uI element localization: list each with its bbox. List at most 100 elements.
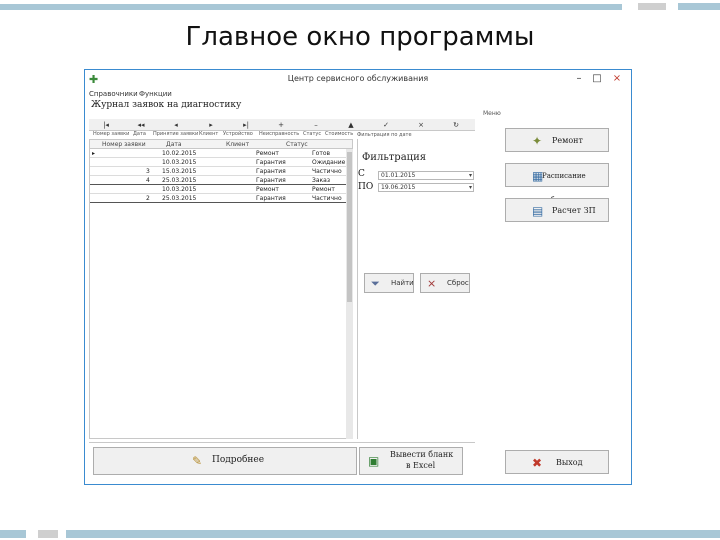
cell-date: 15.03.2015 bbox=[162, 168, 197, 175]
calendar-dropdown-icon[interactable]: ▾ bbox=[469, 172, 472, 179]
schedule-button[interactable]: ▦ Расписание работ bbox=[505, 163, 609, 204]
window-titlebar[interactable]: ✚ Центр сервисного обслуживания – □ × bbox=[85, 70, 631, 90]
details-label: Подробнее bbox=[212, 455, 265, 465]
grid-header: Номер заявки Дата Клиент Статус bbox=[90, 140, 352, 149]
date-from-value: 01.01.2015 bbox=[381, 172, 416, 179]
next-record-button[interactable]: ▸ bbox=[196, 120, 226, 130]
table-row[interactable]: 4 25.03.2015 Гарантия Заказ bbox=[90, 177, 352, 185]
post-record-button[interactable]: ✓ bbox=[371, 120, 401, 130]
bottom-action-bar: ✎ Подробнее ▣ Вывести бланк в Excel bbox=[89, 442, 475, 478]
prev-record-button[interactable]: ◂ bbox=[161, 120, 191, 130]
column-tab[interactable]: Стоимость bbox=[325, 131, 353, 137]
cell-status: Заказ bbox=[312, 177, 331, 184]
top-decor-square bbox=[638, 3, 666, 10]
header-number[interactable]: Номер заявки bbox=[102, 141, 146, 148]
slide-title: Главное окно программы bbox=[185, 22, 535, 52]
cell-date: 10.02.2015 bbox=[162, 150, 197, 157]
grid-scrollbar[interactable] bbox=[346, 149, 353, 439]
menu-functions[interactable]: Функции bbox=[139, 90, 172, 98]
exit-icon: ✖ bbox=[532, 456, 543, 470]
cell-client: Гарантия bbox=[256, 168, 286, 175]
details-button[interactable]: ✎ Подробнее bbox=[93, 447, 357, 475]
header-date[interactable]: Дата bbox=[166, 141, 182, 148]
menubar: Справочники Функции bbox=[85, 90, 631, 100]
edit-record-button[interactable]: ▲ bbox=[336, 120, 366, 130]
date-from-picker[interactable]: 01.01.2015 ▾ bbox=[378, 171, 474, 180]
cell-date: 10.03.2015 bbox=[162, 159, 197, 166]
cell-number: 3 bbox=[146, 168, 150, 175]
top-decor-square bbox=[678, 3, 720, 10]
header-client[interactable]: Клиент bbox=[226, 141, 249, 148]
table-row[interactable]: 3 15.03.2015 Гарантия Частично bbox=[90, 168, 352, 176]
clear-filter-icon: ⨯ bbox=[427, 277, 437, 290]
edit-note-icon: ✎ bbox=[192, 454, 203, 468]
filter-icon: ⏷ bbox=[371, 277, 380, 290]
cell-status: Частично bbox=[312, 195, 342, 202]
last-record-button[interactable]: ▸| bbox=[231, 120, 261, 130]
top-decor-bar bbox=[0, 4, 622, 10]
cell-status: Ожидание bbox=[312, 159, 346, 166]
bottom-decor-bar bbox=[66, 530, 720, 538]
report-icon: ▤ bbox=[532, 204, 544, 218]
reset-filter-label: Сброс bbox=[447, 279, 469, 287]
date-to-picker[interactable]: 19.06.2015 ▾ bbox=[378, 183, 474, 192]
repair-icon: ✦ bbox=[532, 134, 543, 148]
exit-button[interactable]: ✖ Выход bbox=[505, 450, 609, 474]
menu-directories[interactable]: Справочники bbox=[89, 90, 138, 98]
column-tab[interactable]: Принятие заявки bbox=[153, 131, 198, 137]
scrollbar-thumb[interactable] bbox=[347, 152, 352, 302]
column-tab[interactable]: Номер заявки bbox=[93, 131, 129, 137]
add-record-button[interactable]: + bbox=[266, 120, 296, 130]
close-button[interactable]: × bbox=[609, 72, 625, 86]
cell-status: Готов bbox=[312, 150, 331, 157]
bottom-decor-square bbox=[0, 530, 26, 538]
delete-record-button[interactable]: – bbox=[301, 120, 331, 130]
repair-button[interactable]: ✦ Ремонт bbox=[505, 128, 609, 152]
apply-filter-button[interactable]: ⏷ Найти bbox=[364, 273, 414, 293]
date-from-label: С bbox=[358, 169, 365, 179]
cell-client: Гарантия bbox=[256, 159, 286, 166]
calendar-dropdown-icon[interactable]: ▾ bbox=[469, 184, 472, 191]
table-row[interactable]: ▸ 10.02.2015 Ремонт Готов bbox=[90, 150, 352, 158]
date-to-label: ПО bbox=[358, 182, 374, 192]
cell-date: 25.03.2015 bbox=[162, 195, 197, 202]
cell-number: 4 bbox=[146, 177, 150, 184]
column-tab[interactable]: Устройство bbox=[223, 131, 253, 137]
minimize-button[interactable]: – bbox=[571, 72, 587, 86]
export-label-line2: в Excel bbox=[406, 461, 436, 470]
maximize-button[interactable]: □ bbox=[589, 72, 605, 86]
filter-panel-tab[interactable]: Фильтрация по дате bbox=[357, 132, 412, 138]
export-excel-button[interactable]: ▣ Вывести бланк в Excel bbox=[359, 447, 463, 475]
filter-panel: Фильтрация С 01.01.2015 ▾ ПО 19.06.2015 … bbox=[357, 139, 477, 439]
refresh-button[interactable]: ↻ bbox=[441, 120, 471, 130]
date-to-value: 19.06.2015 bbox=[381, 184, 416, 191]
export-label-line1: Вывести бланк bbox=[390, 450, 454, 459]
cell-client: Гарантия bbox=[256, 177, 286, 184]
cell-client: Ремонт bbox=[256, 150, 279, 157]
salary-button[interactable]: ▤ Расчет ЗП bbox=[505, 198, 609, 222]
table-row[interactable]: 10.03.2015 Ремонт Ремонт bbox=[90, 186, 352, 194]
cell-number: 2 bbox=[146, 195, 150, 202]
cell-client: Ремонт bbox=[256, 186, 279, 193]
column-tab[interactable]: Клиент bbox=[199, 131, 218, 137]
window-title: Центр сервисного обслуживания bbox=[287, 74, 429, 83]
table-row[interactable]: 10.03.2015 Гарантия Ожидание bbox=[90, 159, 352, 167]
reset-filter-button[interactable]: ⨯ Сброс bbox=[420, 273, 470, 293]
apply-filter-label: Найти bbox=[391, 279, 414, 287]
excel-icon: ▣ bbox=[368, 454, 380, 468]
prev-page-button[interactable]: ◂◂ bbox=[126, 120, 156, 130]
column-tab[interactable]: Дата bbox=[133, 131, 146, 137]
column-tabs: Номер заявки Дата Принятие заявки Клиент… bbox=[89, 131, 357, 139]
table-row[interactable]: 2 25.03.2015 Гарантия Частично bbox=[90, 195, 352, 203]
first-record-button[interactable]: |◂ bbox=[91, 120, 121, 130]
header-status[interactable]: Статус bbox=[286, 141, 308, 148]
cancel-record-button[interactable]: × bbox=[406, 120, 436, 130]
journal-title: Журнал заявок на диагностику bbox=[91, 100, 242, 110]
cell-status: Частично bbox=[312, 168, 342, 175]
row-selector-icon: ▸ bbox=[92, 150, 96, 157]
column-tab[interactable]: Неисправность bbox=[259, 131, 299, 137]
bottom-decor-square bbox=[38, 530, 58, 538]
cell-status: Ремонт bbox=[312, 186, 335, 193]
repair-label: Ремонт bbox=[552, 136, 583, 145]
column-tab[interactable]: Статус bbox=[303, 131, 321, 137]
